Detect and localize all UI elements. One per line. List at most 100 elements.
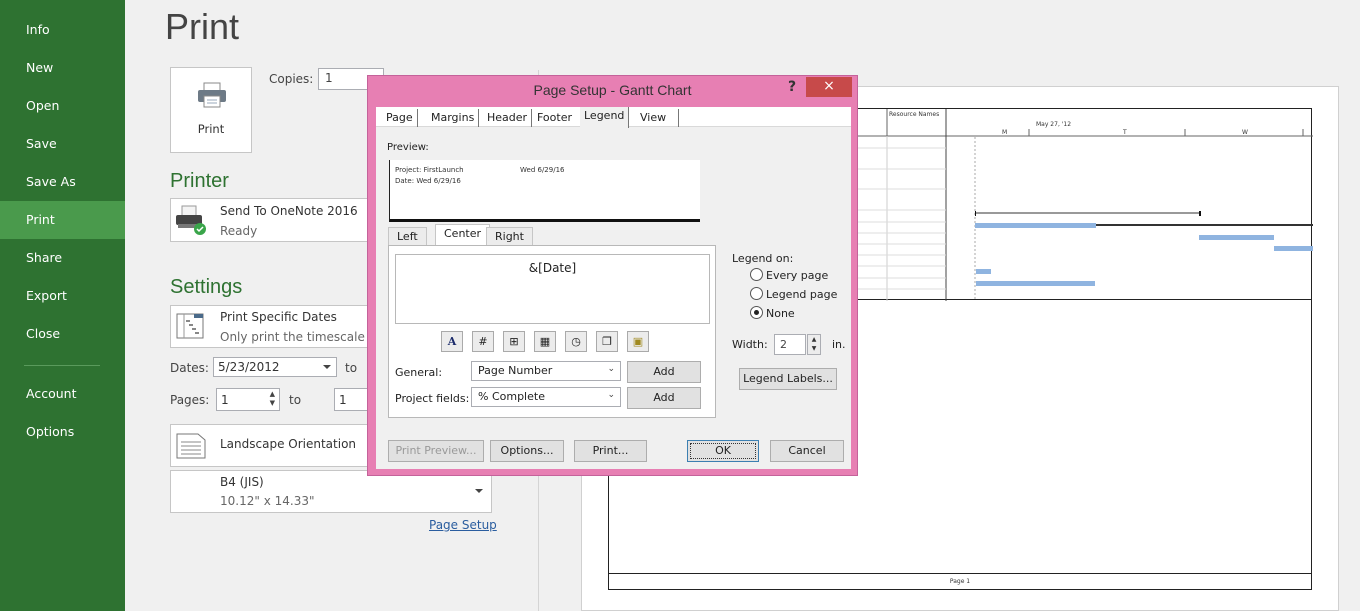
picture-icon[interactable]: ▣ bbox=[627, 331, 649, 352]
date-icon[interactable]: ▦ bbox=[534, 331, 556, 352]
font-icon[interactable]: A bbox=[441, 331, 463, 352]
legend-legend-page-radio[interactable] bbox=[750, 287, 763, 300]
tab-page[interactable]: Page bbox=[382, 109, 418, 127]
sidebar-item-share[interactable]: Share bbox=[0, 239, 125, 277]
sidebar-item-open[interactable]: Open bbox=[0, 87, 125, 125]
sidebar-item-options[interactable]: Options bbox=[0, 413, 125, 451]
sidebar-item-close[interactable]: Close bbox=[0, 315, 125, 353]
print-range-description: Only print the timescale bet bbox=[220, 330, 378, 344]
total-pages-icon[interactable]: ⊞ bbox=[503, 331, 525, 352]
project-fields-select[interactable]: % Complete ⌄ bbox=[471, 387, 621, 407]
paper-size-dimensions: 10.12" x 14.33" bbox=[220, 494, 315, 508]
tab-margins[interactable]: Margins bbox=[427, 109, 480, 127]
legend-none-label[interactable]: None bbox=[766, 307, 795, 320]
project-fields-add-button[interactable]: Add bbox=[627, 387, 701, 409]
page-setup-dialog: Page Setup - Gantt Chart ? × Page Margin… bbox=[367, 75, 858, 476]
width-spinner[interactable]: ▲ ▼ bbox=[807, 334, 821, 355]
preview-project-line: Project: FirstLaunch bbox=[395, 166, 464, 174]
column-header-resource-names: Resource Names bbox=[889, 111, 940, 118]
page-number-icon[interactable]: # bbox=[472, 331, 494, 352]
general-add-button[interactable]: Add bbox=[627, 361, 701, 383]
printer-selector[interactable]: Send To OneNote 2016 Ready bbox=[170, 198, 380, 242]
legend-preview: Project: FirstLaunch Date: Wed 6/29/16 W… bbox=[389, 160, 700, 222]
width-label: Width: bbox=[732, 338, 768, 351]
general-select[interactable]: Page Number ⌄ bbox=[471, 361, 621, 381]
legend-text-editor[interactable]: &[Date] bbox=[395, 254, 710, 324]
preview-date-line: Date: Wed 6/29/16 bbox=[395, 177, 461, 185]
dialog-tabs: Page Margins Header Footer Legend View bbox=[376, 107, 851, 128]
timescale-day-label: T bbox=[1123, 129, 1127, 136]
time-icon[interactable]: ◷ bbox=[565, 331, 587, 352]
help-icon[interactable]: ? bbox=[788, 79, 796, 95]
dates-label: Dates: bbox=[170, 361, 209, 375]
page-setup-link[interactable]: Page Setup bbox=[429, 518, 497, 532]
dates-from-value: 5/23/2012 bbox=[218, 360, 280, 374]
printer-name: Send To OneNote 2016 bbox=[220, 204, 358, 218]
print-dialog-button[interactable]: Print... bbox=[574, 440, 647, 462]
gantt-bar bbox=[975, 223, 1096, 228]
file-name-icon[interactable]: ❐ bbox=[596, 331, 618, 352]
copies-label: Copies: bbox=[269, 72, 314, 86]
dialog-title: Page Setup - Gantt Chart bbox=[533, 82, 692, 98]
pages-to-input[interactable]: 1 bbox=[334, 388, 368, 411]
options-button[interactable]: Options... bbox=[490, 440, 564, 462]
gantt-bar bbox=[1274, 246, 1313, 251]
legend-none-radio[interactable] bbox=[750, 306, 763, 319]
legend-legend-page-label[interactable]: Legend page bbox=[766, 288, 837, 301]
printer-icon bbox=[198, 82, 226, 108]
close-icon[interactable]: × bbox=[806, 77, 852, 97]
orientation-selector[interactable]: Landscape Orientation bbox=[170, 424, 380, 467]
general-value: Page Number bbox=[478, 364, 553, 377]
subtab-center[interactable]: Center bbox=[435, 224, 491, 245]
pages-to-label: to bbox=[289, 393, 302, 407]
paper-size-name: B4 (JIS) bbox=[220, 475, 264, 489]
timescale-week-label: May 27, '12 bbox=[1036, 121, 1072, 128]
sidebar-item-save[interactable]: Save bbox=[0, 125, 125, 163]
project-fields-value: % Complete bbox=[478, 390, 545, 403]
general-label: General: bbox=[395, 366, 443, 379]
legend-on-label: Legend on: bbox=[732, 252, 794, 265]
sidebar-item-save-as[interactable]: Save As bbox=[0, 163, 125, 201]
legend-every-page-label[interactable]: Every page bbox=[766, 269, 828, 282]
tab-view[interactable]: View bbox=[634, 109, 680, 127]
tab-footer[interactable]: Footer bbox=[533, 109, 576, 127]
width-input[interactable]: 2 bbox=[774, 334, 806, 355]
settings-heading: Settings bbox=[170, 276, 243, 298]
sidebar-item-print[interactable]: Print bbox=[0, 201, 125, 239]
ok-button[interactable]: OK bbox=[687, 440, 759, 462]
gantt-bar bbox=[976, 269, 991, 274]
subtab-left[interactable]: Left bbox=[388, 227, 427, 245]
preview-footer: Page 1 bbox=[608, 573, 1312, 590]
pages-from-value: 1 bbox=[221, 393, 229, 407]
cancel-button[interactable]: Cancel bbox=[770, 440, 844, 462]
paper-size-selector[interactable]: B4 (JIS) 10.12" x 14.33" bbox=[170, 470, 492, 513]
project-fields-label: Project fields: bbox=[395, 392, 470, 405]
subtab-right[interactable]: Right bbox=[486, 227, 533, 245]
printer-heading: Printer bbox=[170, 170, 229, 192]
pages-to-value: 1 bbox=[339, 393, 347, 407]
chevron-down-icon: ⌄ bbox=[607, 364, 615, 374]
tab-legend[interactable]: Legend bbox=[580, 107, 630, 128]
legend-every-page-radio[interactable] bbox=[750, 268, 763, 281]
spinner-icon[interactable]: ▲ ▼ bbox=[270, 390, 275, 408]
legend-labels-button[interactable]: Legend Labels... bbox=[739, 368, 837, 390]
page-title: Print bbox=[165, 6, 240, 47]
sidebar-item-account[interactable]: Account bbox=[0, 375, 125, 413]
chevron-down-icon: ⌄ bbox=[607, 390, 615, 400]
gantt-bar bbox=[1199, 235, 1274, 240]
tab-header[interactable]: Header bbox=[483, 109, 533, 127]
dates-from-select[interactable]: 5/23/2012 bbox=[213, 357, 337, 377]
preview-label: Preview: bbox=[387, 142, 429, 153]
sidebar-item-export[interactable]: Export bbox=[0, 277, 125, 315]
print-range-selector[interactable]: Print Specific Dates Only print the time… bbox=[170, 305, 380, 348]
sidebar-item-new[interactable]: New bbox=[0, 49, 125, 87]
backstage-sidebar: Info New Open Save Save As Print Share E… bbox=[0, 0, 125, 611]
printer-status: Ready bbox=[220, 224, 258, 238]
dialog-body: Page Margins Header Footer Legend View P… bbox=[376, 107, 851, 469]
printer-ready-icon bbox=[176, 205, 206, 235]
pages-from-input[interactable]: 1 ▲ ▼ bbox=[216, 388, 280, 411]
sidebar-item-info[interactable]: Info bbox=[0, 11, 125, 49]
sidebar-divider bbox=[24, 365, 100, 366]
chevron-down-icon bbox=[323, 365, 331, 369]
print-button[interactable]: Print bbox=[170, 67, 252, 153]
